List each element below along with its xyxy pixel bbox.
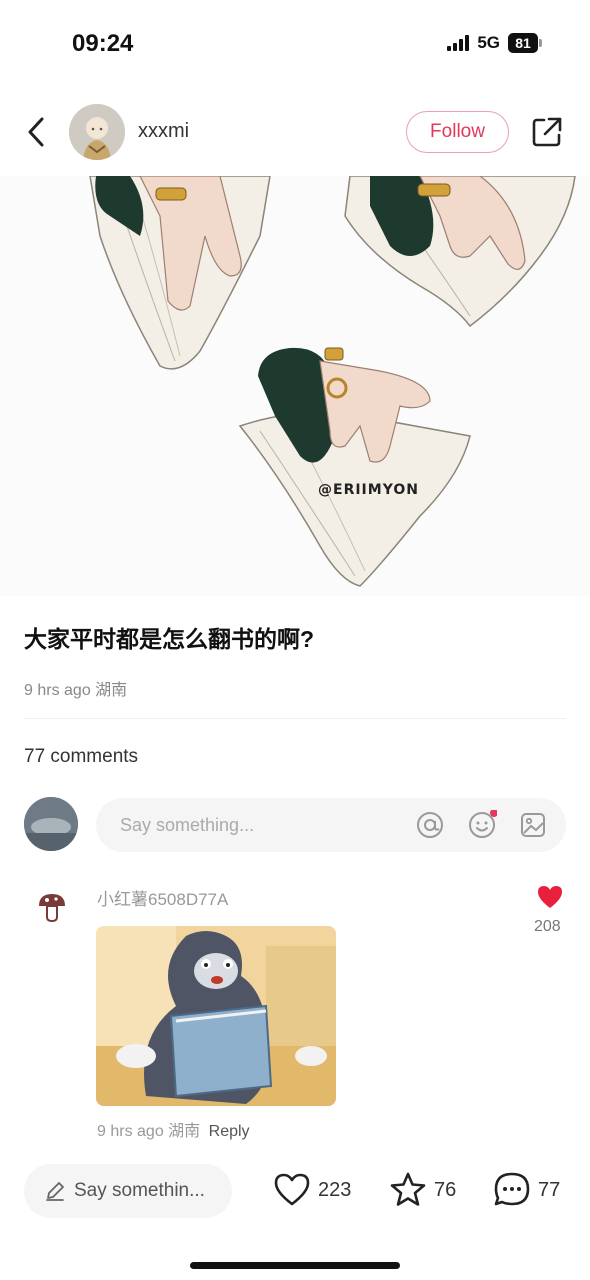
comment-count: 77 <box>538 1178 561 1201</box>
back-button[interactable] <box>22 114 52 150</box>
status-bar: 09:24 5G 81 <box>0 0 590 90</box>
commenter-avatar[interactable] <box>36 891 68 923</box>
comment-like-count: 208 <box>534 918 561 935</box>
heart-filled-icon <box>538 886 562 908</box>
pencil-icon <box>46 1182 64 1201</box>
collect-count: 76 <box>434 1178 457 1201</box>
author-username[interactable]: xxxmi <box>138 120 189 143</box>
cartoon-cat-reading-image <box>96 926 336 1106</box>
comment-image[interactable] <box>96 926 336 1106</box>
comment-time: 9 hrs ago <box>97 1123 164 1140</box>
image-icon[interactable] <box>518 810 548 840</box>
home-indicator[interactable] <box>190 1262 400 1269</box>
bottom-comment-input[interactable]: Say somethin... <box>24 1164 232 1218</box>
post-title: 大家平时都是怎么翻书的啊? <box>24 626 315 652</box>
collect-button[interactable]: 76 <box>388 1170 456 1210</box>
at-icon[interactable] <box>415 810 445 840</box>
comments-count: 77 comments <box>24 746 139 767</box>
comment-button[interactable]: 77 <box>492 1170 560 1210</box>
status-indicators: 5G 81 <box>447 33 542 53</box>
author-avatar[interactable] <box>69 104 125 160</box>
star-outline-icon <box>390 1172 426 1206</box>
share-external-icon <box>532 117 562 147</box>
my-avatar <box>24 797 78 851</box>
chat-bubble-icon <box>494 1172 530 1206</box>
avatar-image <box>69 104 125 160</box>
comment-meta: 9 hrs ago 湖南 Reply <box>97 1117 250 1141</box>
battery-level: 81 <box>508 33 538 53</box>
comment-username[interactable]: 小红薯6508D77A <box>97 885 228 910</box>
follow-button[interactable]: Follow <box>406 111 509 153</box>
post-meta: 9 hrs ago 湖南 <box>24 682 128 699</box>
comment-input-placeholder: Say something... <box>120 815 255 835</box>
battery-icon: 81 <box>508 33 542 53</box>
status-time: 09:24 <box>72 30 134 57</box>
share-button[interactable] <box>530 115 564 149</box>
divider <box>24 718 566 719</box>
emoji-icon[interactable] <box>467 809 498 840</box>
avatar-image <box>24 797 78 851</box>
mushroom-icon <box>39 894 65 923</box>
signal-icon <box>447 35 470 51</box>
network-type: 5G <box>477 33 500 52</box>
like-button[interactable]: 223 <box>272 1170 351 1210</box>
chevron-left-icon <box>28 117 44 147</box>
heart-outline-icon <box>274 1173 310 1206</box>
book-flipping-illustration <box>0 176 590 596</box>
comment-like-button[interactable] <box>536 884 564 910</box>
reply-button[interactable]: Reply <box>209 1123 250 1140</box>
bottom-input-placeholder: Say somethin... <box>74 1180 205 1201</box>
like-count: 223 <box>318 1178 352 1201</box>
post-image[interactable]: @ERIIMYON <box>0 176 590 596</box>
post-header: xxxmi Follow <box>0 100 590 166</box>
image-watermark: @ERIIMYON <box>318 482 419 498</box>
comment-location: 湖南 <box>168 1123 201 1140</box>
